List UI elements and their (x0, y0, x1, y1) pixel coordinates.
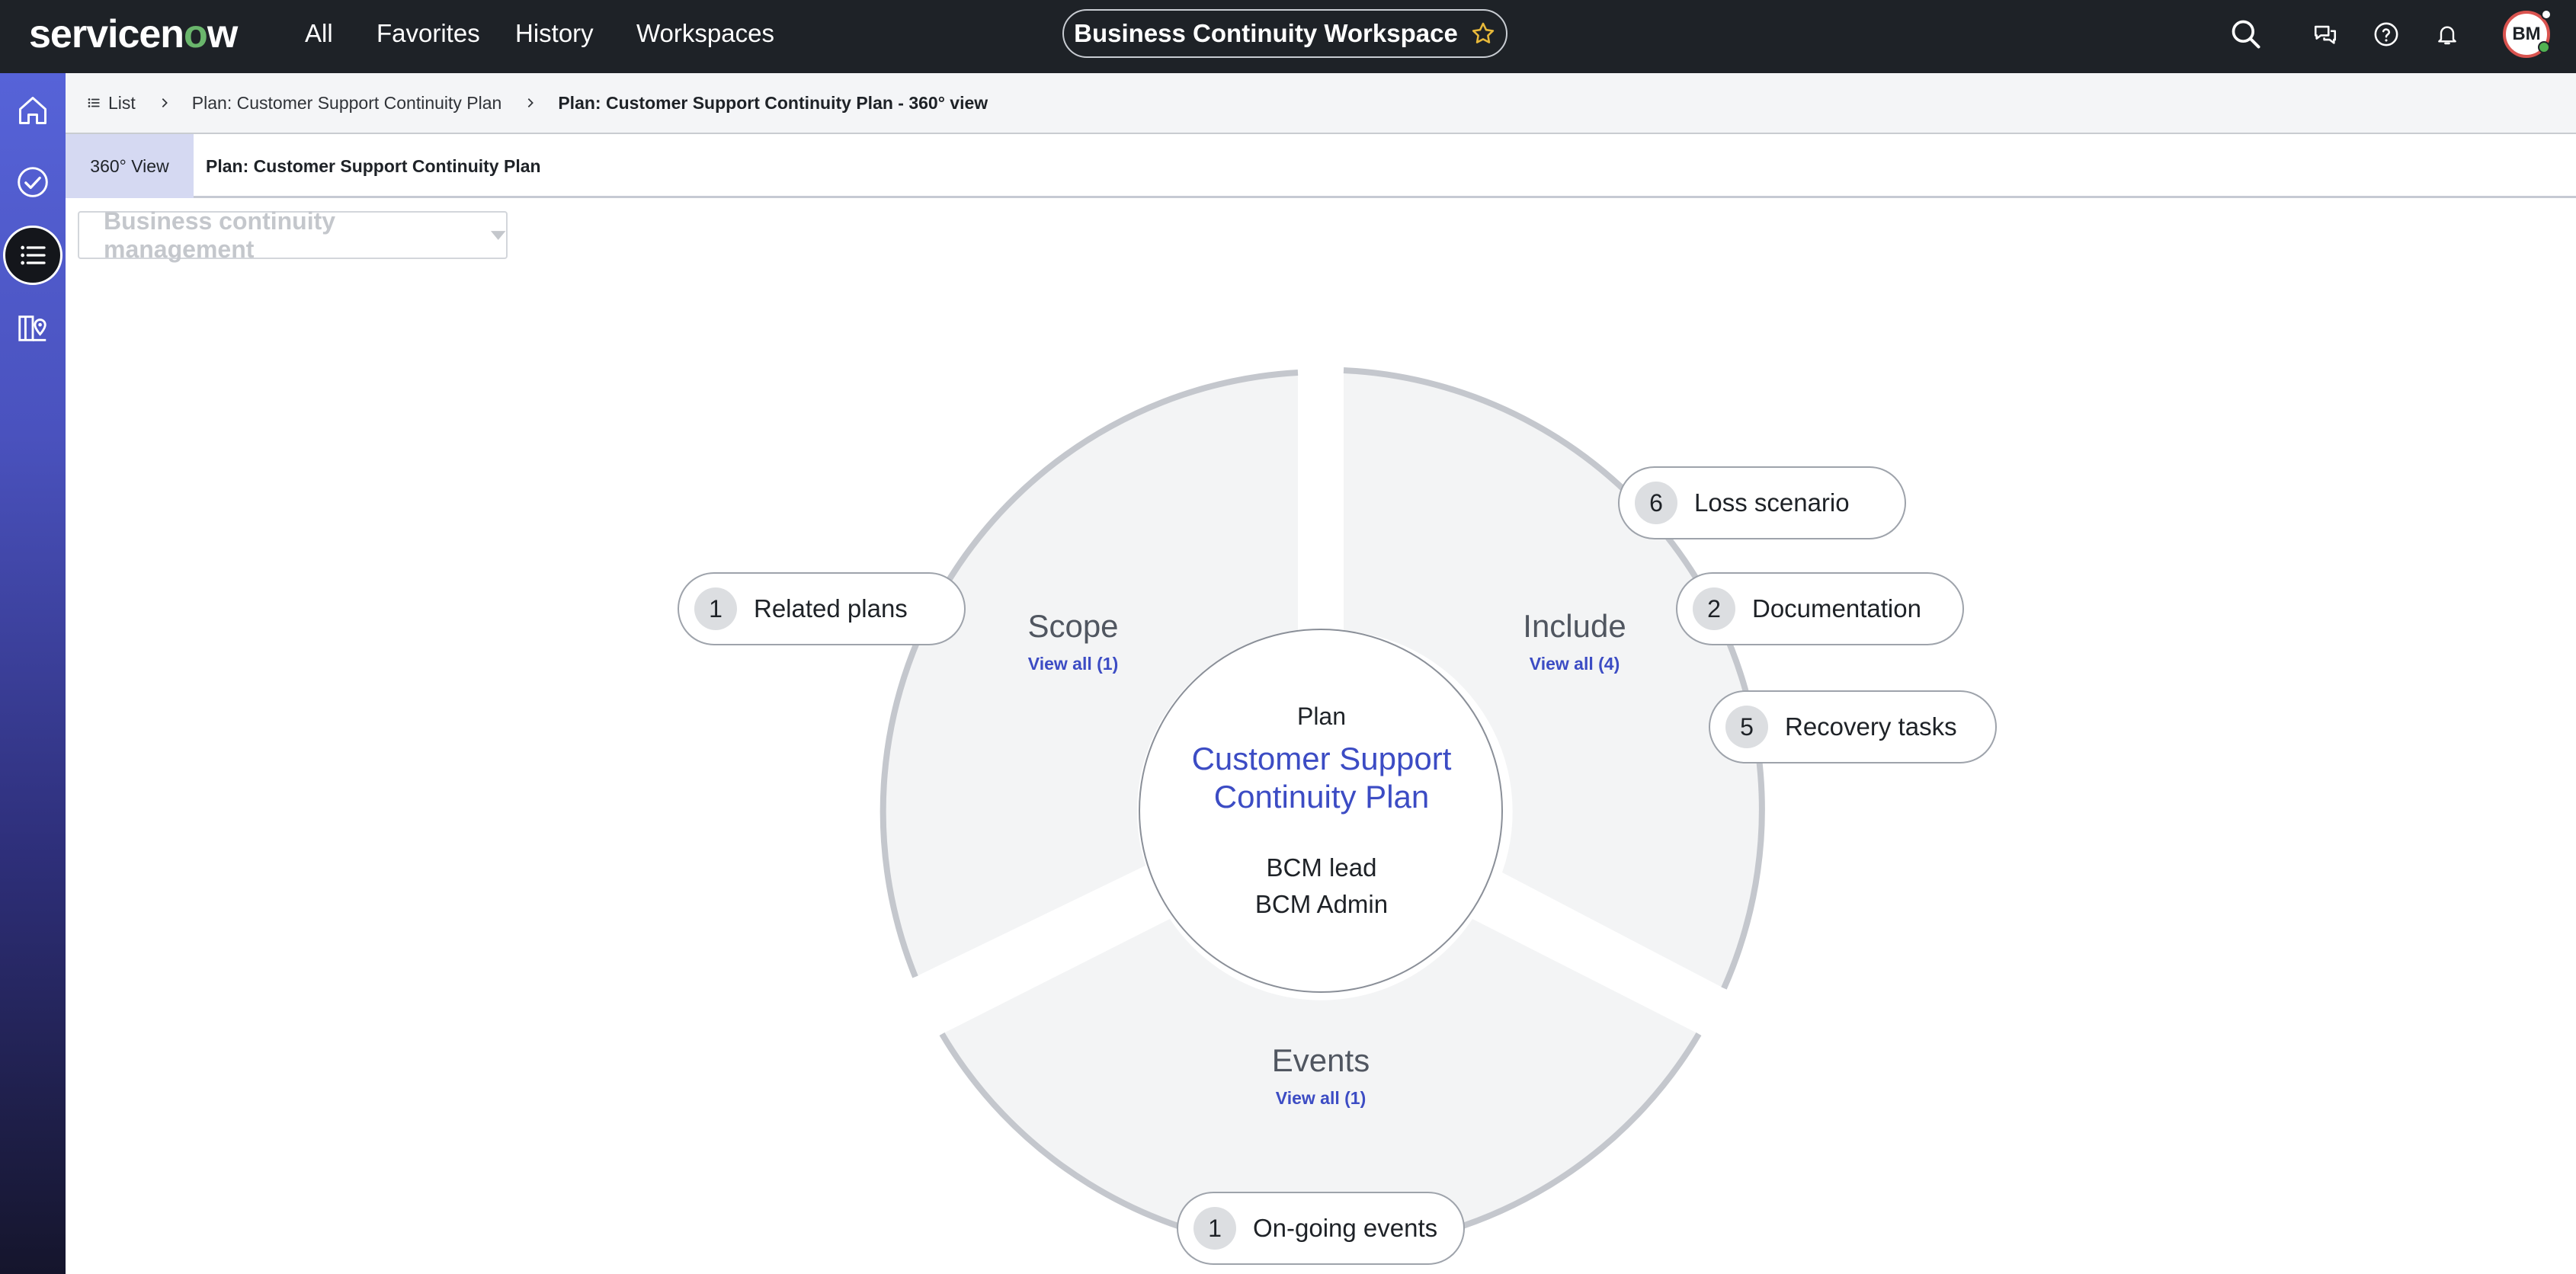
ongoing-events-label: On-going events (1253, 1214, 1438, 1242)
center-record-name-line1[interactable]: Customer Support (1131, 741, 1512, 777)
ongoing-events-count: 1 (1193, 1207, 1236, 1250)
center-record-name-line2[interactable]: Continuity Plan (1131, 779, 1512, 815)
include-title: Include (1523, 608, 1626, 644)
diagram-360-view: Plan Customer Support Continuity Plan BC… (0, 0, 2576, 1274)
recovery-tasks-count: 5 (1725, 706, 1768, 748)
center-role-label: BCM lead (1266, 853, 1377, 882)
events-title: Events (1271, 1042, 1370, 1078)
related-plans-count: 1 (694, 587, 737, 630)
documentation-label: Documentation (1752, 594, 1921, 623)
center-record-type: Plan (1296, 703, 1347, 730)
events-view-all-link[interactable]: View all (1) (1206, 1088, 1435, 1109)
related-plans-label: Related plans (754, 594, 908, 623)
recovery-tasks-label: Recovery tasks (1785, 712, 1957, 741)
diagram-wheel (879, 367, 1765, 1253)
recovery-tasks-pill[interactable]: 5 Recovery tasks (1709, 690, 1997, 763)
center-person: BCM Admin (1254, 890, 1389, 918)
loss-scenario-label: Loss scenario (1694, 488, 1850, 517)
scope-view-all-link[interactable]: View all (1) (959, 654, 1187, 674)
loss-scenario-count: 6 (1635, 482, 1677, 524)
scope-title: Scope (1027, 608, 1119, 644)
loss-scenario-pill[interactable]: 6 Loss scenario (1618, 466, 1906, 539)
ongoing-events-pill[interactable]: 1 On-going events (1177, 1192, 1465, 1265)
documentation-count: 2 (1693, 587, 1735, 630)
documentation-pill[interactable]: 2 Documentation (1676, 572, 1964, 645)
related-plans-pill[interactable]: 1 Related plans (678, 572, 966, 645)
include-view-all-link[interactable]: View all (4) (1460, 654, 1689, 674)
